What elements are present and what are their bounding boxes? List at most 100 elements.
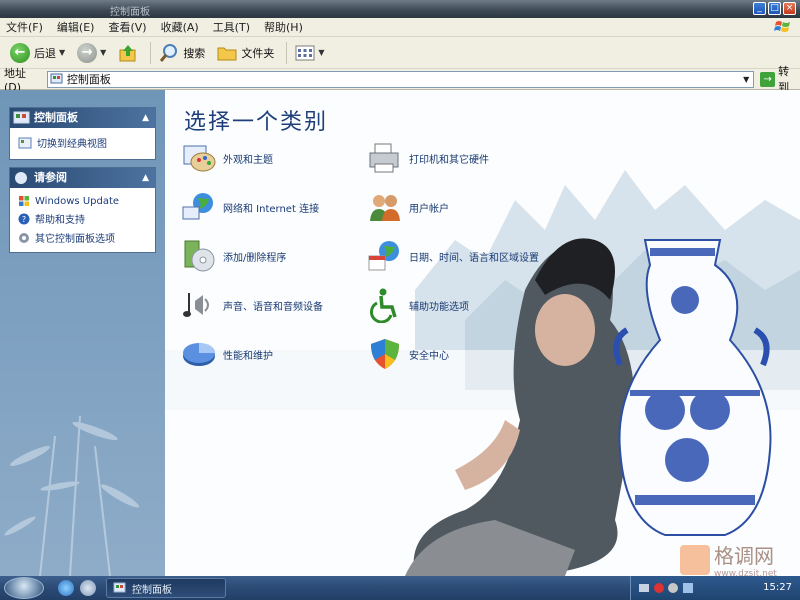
category-appearance[interactable]: 外观和主题 xyxy=(181,140,273,176)
start-button[interactable] xyxy=(4,577,44,599)
cd-box-icon xyxy=(184,240,215,272)
control-panel-icon xyxy=(50,73,63,84)
address-bar: 地址(D) 控制面板 ▼ → 转到 xyxy=(0,65,800,94)
search-label: 搜索 xyxy=(183,46,206,60)
category-performance[interactable]: 性能和维护 xyxy=(181,336,273,372)
help-support-link[interactable]: ? 帮助和支持 xyxy=(10,209,155,228)
category-network-label: 网络和 Internet 连接 xyxy=(223,203,320,215)
chevron-down-icon: ▼ xyxy=(100,48,107,57)
maximize-button[interactable]: □ xyxy=(768,2,781,15)
users-icon xyxy=(370,195,400,221)
windows-flag-icon xyxy=(774,21,790,32)
internet-explorer-icon[interactable] xyxy=(58,580,74,596)
switch-classic-view-label: 切换到经典视图 xyxy=(37,139,107,150)
menu-view[interactable]: 查看(V) xyxy=(108,19,146,35)
shield-icon xyxy=(371,339,399,369)
see-also-box-header[interactable]: 请参阅 ▲ xyxy=(10,168,155,188)
music-note-icon xyxy=(183,293,209,317)
back-arrow-icon: ← xyxy=(10,42,30,63)
category-accessibility[interactable]: 辅助功能选项 xyxy=(367,287,469,323)
category-accessibility-label: 辅助功能选项 xyxy=(409,301,469,313)
toolbar: ← 后退 ▼ → ▼ 搜索 文件夹 ▼ xyxy=(0,37,800,69)
network-globe-icon xyxy=(182,193,213,220)
category-appearance-label: 外观和主题 xyxy=(223,154,273,166)
tray-icons xyxy=(639,583,693,593)
control-panel-box: 控制面板 ▲ 切换到经典视图 xyxy=(9,107,156,160)
quick-launch xyxy=(58,580,96,596)
windows-update-link[interactable]: Windows Update xyxy=(10,193,155,209)
collapse-icon[interactable]: ▲ xyxy=(142,108,149,128)
forward-arrow-icon: → xyxy=(77,42,98,63)
pie-chart-icon xyxy=(183,343,215,366)
menu-edit[interactable]: 编辑(E) xyxy=(57,19,95,35)
see-also-box-title: 请参阅 xyxy=(34,171,67,184)
go-arrow-icon[interactable]: → xyxy=(760,71,776,87)
back-button[interactable]: ← 后退 ▼ xyxy=(6,40,69,66)
help-icon: ? xyxy=(18,213,30,224)
taskbar-item-control-panel[interactable]: 控制面板 xyxy=(106,578,226,598)
up-folder-button[interactable] xyxy=(114,40,142,66)
control-panel-icon xyxy=(13,111,30,124)
category-printers[interactable]: 打印机和其它硬件 xyxy=(367,140,489,176)
menu-help[interactable]: 帮助(H) xyxy=(264,19,303,35)
menu-tools[interactable]: 工具(T) xyxy=(213,19,250,35)
watermark-logo-icon xyxy=(680,544,710,575)
show-desktop-icon[interactable] xyxy=(80,580,96,596)
wheelchair-icon xyxy=(369,288,397,323)
views-icon xyxy=(295,45,315,60)
category-network[interactable]: 网络和 Internet 连接 xyxy=(181,189,319,225)
collapse-icon[interactable]: ▲ xyxy=(142,168,149,188)
title-bar: 控制面板 _ □ × xyxy=(0,0,800,18)
category-add-remove[interactable]: 添加/删除程序 xyxy=(181,238,286,274)
svg-text:?: ? xyxy=(22,215,26,224)
category-sound-label: 声音、语音和音频设备 xyxy=(223,301,323,313)
chevron-down-icon: ▼ xyxy=(318,48,325,57)
task-pane: 控制面板 ▲ 切换到经典视图 请参阅 ▲ Windows Update ? 帮助… xyxy=(0,90,165,576)
views-button[interactable]: ▼ xyxy=(291,40,328,66)
category-view: 选择一个类别 外观和主题 网络和 Internet 连接 添加/删除程序 声音、… xyxy=(165,90,800,576)
control-panel-icon xyxy=(113,582,126,593)
printer-icon xyxy=(369,143,399,173)
taskbar: 控制面板 15:27 xyxy=(0,576,800,600)
page-title: 选择一个类别 xyxy=(184,110,329,135)
minimize-button[interactable]: _ xyxy=(753,2,766,15)
menu-bar: 文件(F) 编辑(E) 查看(V) 收藏(A) 工具(T) 帮助(H) xyxy=(0,18,800,37)
category-performance-label: 性能和维护 xyxy=(223,350,273,362)
category-security-center[interactable]: 安全中心 xyxy=(367,336,449,372)
address-input[interactable]: 控制面板 ▼ xyxy=(46,70,755,88)
toolbar-separator xyxy=(150,41,152,64)
switch-classic-view-link[interactable]: 切换到经典视图 xyxy=(10,133,155,152)
palette-icon xyxy=(183,145,216,172)
watermark: 格调网 www.dzsit.net xyxy=(680,540,777,579)
back-label: 后退 xyxy=(34,46,56,60)
windows-update-label: Windows Update xyxy=(35,195,120,207)
control-panel-box-header[interactable]: 控制面板 ▲ xyxy=(10,108,155,128)
toolbar-separator xyxy=(286,41,288,64)
classic-view-icon xyxy=(18,137,32,148)
category-user-accounts-label: 用户帐户 xyxy=(409,203,449,215)
see-also-icon xyxy=(15,172,27,184)
category-add-remove-label: 添加/删除程序 xyxy=(223,252,287,264)
category-printers-label: 打印机和其它硬件 xyxy=(409,154,489,166)
category-sound[interactable]: 声音、语音和音频设备 xyxy=(181,287,323,323)
bamboo-decoration xyxy=(4,415,140,576)
folders-label: 文件夹 xyxy=(241,46,275,60)
chevron-down-icon: ▼ xyxy=(59,48,66,57)
forward-button[interactable]: → ▼ xyxy=(73,40,110,66)
clock[interactable]: 15:27 xyxy=(763,582,792,593)
control-panel-box-title: 控制面板 xyxy=(34,111,78,124)
address-dropdown-icon[interactable]: ▼ xyxy=(739,72,753,87)
search-button[interactable]: 搜索 xyxy=(155,40,209,66)
category-user-accounts[interactable]: 用户帐户 xyxy=(367,189,449,225)
other-options-link[interactable]: 其它控制面板选项 xyxy=(10,228,155,247)
menu-file[interactable]: 文件(F) xyxy=(6,19,43,35)
watermark-name: 格调网 xyxy=(714,544,774,568)
close-button[interactable]: × xyxy=(783,2,796,15)
taskbar-item-label: 控制面板 xyxy=(132,584,172,596)
folders-button[interactable]: 文件夹 xyxy=(213,40,278,66)
category-datetime[interactable]: 日期、时间、语言和区域设置 xyxy=(367,238,539,274)
address-value: 控制面板 xyxy=(66,73,111,86)
gear-icon xyxy=(19,232,29,243)
menu-favorites[interactable]: 收藏(A) xyxy=(161,19,199,35)
window-controls: _ □ × xyxy=(753,2,796,15)
